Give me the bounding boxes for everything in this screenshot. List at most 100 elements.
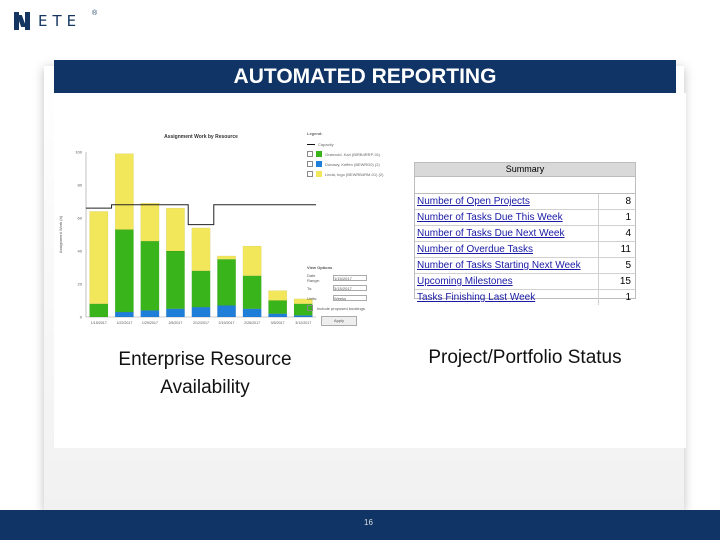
table-row: Number of Overdue Tasks 11 — [415, 242, 635, 258]
summary-value: 15 — [598, 274, 635, 289]
logo: ETE ® — [14, 10, 97, 30]
bar-segment — [242, 245, 262, 276]
bar-segment — [114, 229, 134, 313]
table-row: Number of Open Projects 8 — [415, 194, 635, 210]
x-tick-label: 2/5/2017 — [168, 321, 182, 325]
bar-segment — [114, 311, 134, 318]
y-tick-label: 0 — [80, 315, 83, 320]
proposed-bookings-checkbox[interactable] — [307, 305, 313, 311]
logo-text: ETE — [38, 12, 82, 30]
x-tick-label: 1/29/2017 — [142, 321, 158, 325]
page-number: 16 — [364, 518, 373, 527]
bar-segment — [217, 305, 236, 318]
summary-title: Summary — [415, 163, 635, 177]
bar-segment — [242, 275, 262, 309]
bar-segment — [191, 270, 211, 308]
y-tick-label: 100 — [75, 150, 82, 155]
summary-value: 1 — [598, 210, 635, 225]
bar-segment — [114, 153, 134, 230]
view-option-row: Date Range: 1/15/2017 — [307, 273, 375, 283]
summary-link[interactable]: Number of Overdue Tasks — [415, 242, 598, 257]
bar-segment — [191, 227, 211, 272]
legend-item: Capacity — [307, 139, 392, 149]
slide-title: AUTOMATED REPORTING — [54, 60, 676, 93]
table-row: Number of Tasks Starting Next Week 5 — [415, 258, 635, 274]
date-to-input[interactable]: 3/15/2017 — [333, 285, 367, 291]
table-row: Number of Tasks Due Next Week 4 — [415, 226, 635, 242]
logo-mark-icon — [14, 12, 32, 30]
bar-segment — [268, 300, 288, 314]
x-tick-label: 2/26/2017 — [244, 321, 260, 325]
view-option-row: To: 3/15/2017 — [307, 283, 375, 293]
caption-resource-availability: Enterprise Resource Availability — [118, 349, 292, 398]
caption-portfolio-status: Project/Portfolio Status — [428, 347, 622, 368]
bar-segment — [191, 306, 211, 318]
view-options-title: View Options — [307, 265, 333, 270]
bar-segment — [268, 290, 288, 301]
bar-segment — [89, 211, 109, 305]
summary-spacer — [415, 177, 635, 194]
proposed-bookings-label: Include proposed bookings — [317, 305, 365, 311]
bar-segment — [166, 308, 185, 318]
legend-item-label: Capacity — [318, 141, 334, 147]
summary-value: 1 — [598, 290, 635, 305]
yellow-swatch — [316, 171, 322, 177]
footer-bar — [0, 510, 720, 540]
summary-link[interactable]: Number of Open Projects — [415, 194, 598, 209]
x-tick-label: 2/12/2017 — [193, 321, 209, 325]
y-tick-label: 40 — [78, 249, 83, 254]
y-tick-label: 60 — [78, 216, 83, 221]
summary-link[interactable]: Upcoming Milestones — [415, 274, 598, 289]
bar-segment — [89, 303, 109, 318]
units-select[interactable]: Weeks — [333, 295, 367, 301]
x-tick-label: 2/19/2017 — [219, 321, 235, 325]
legend-item[interactable]: Grønvold, Kari (BIRB4RRP-01) — [307, 149, 392, 159]
capacity-line-swatch — [307, 143, 315, 145]
x-tick-label: 1/22/2017 — [116, 321, 132, 325]
date-range-input[interactable]: 1/15/2017 — [333, 275, 367, 281]
summary-link[interactable]: Number of Tasks Due Next Week — [415, 226, 598, 241]
registered-mark: ® — [92, 10, 98, 17]
green-swatch — [316, 151, 322, 157]
view-option-row: Units: Weeks — [307, 293, 375, 303]
bar-segment — [140, 310, 160, 318]
table-row: Upcoming Milestones 15 — [415, 274, 635, 290]
summary-link[interactable]: Number of Tasks Due This Week — [415, 210, 598, 225]
table-row: Number of Tasks Due This Week 1 — [415, 210, 635, 226]
legend-item-label: Dunawy, Keffen (BEWRD0) (2) — [325, 161, 380, 167]
bar-segment — [166, 207, 185, 252]
y-axis-label: Assignment Work (h) — [58, 215, 63, 253]
y-tick-label: 80 — [78, 183, 83, 188]
bar-segment — [268, 313, 288, 318]
bar-segment — [140, 202, 160, 242]
summary-value: 8 — [598, 194, 635, 209]
summary-link[interactable]: Tasks Finishing Last Week — [415, 290, 598, 305]
bar-segment — [166, 250, 185, 309]
view-option-label: To: — [307, 285, 313, 291]
table-row: Tasks Finishing Last Week 1 — [415, 290, 635, 305]
legend-checkbox[interactable] — [307, 151, 313, 157]
bar-segment — [217, 255, 236, 260]
proposed-bookings-row[interactable]: Include proposed bookings — [307, 303, 375, 313]
chart-title: Assignment Work by Resource — [164, 134, 238, 140]
blue-swatch — [316, 161, 322, 167]
legend-item[interactable]: Dunawy, Keffen (BEWRD0) (2) — [307, 159, 392, 169]
legend-item-label: Linda, Ingo (BEWRB4RM-01) (2) — [325, 171, 384, 177]
summary-table: Summary Number of Open Projects 8 Number… — [414, 162, 636, 305]
chart-legend: Legend: Capacity Grønvold, Kari (BIRB4RR… — [307, 131, 392, 191]
legend-checkbox[interactable] — [307, 161, 313, 167]
summary-value: 11 — [598, 242, 635, 257]
bar-segment — [242, 308, 262, 318]
view-option-label: Date Range: — [307, 273, 320, 283]
bar-segment — [140, 240, 160, 311]
legend-item[interactable]: Linda, Ingo (BEWRB4RM-01) (2) — [307, 169, 392, 179]
apply-button[interactable]: Apply — [321, 316, 357, 326]
view-option-label: Units: — [307, 295, 318, 301]
x-tick-label: 1/15/2017 — [91, 321, 107, 325]
summary-value: 4 — [598, 226, 635, 241]
summary-link[interactable]: Number of Tasks Starting Next Week — [415, 258, 598, 273]
view-options: View Options Date Range: 1/15/2017 To: 3… — [307, 265, 375, 330]
legend-item-label: Grønvold, Kari (BIRB4RRP-01) — [325, 151, 381, 157]
x-tick-label: 3/5/2017 — [271, 321, 285, 325]
legend-checkbox[interactable] — [307, 171, 313, 177]
